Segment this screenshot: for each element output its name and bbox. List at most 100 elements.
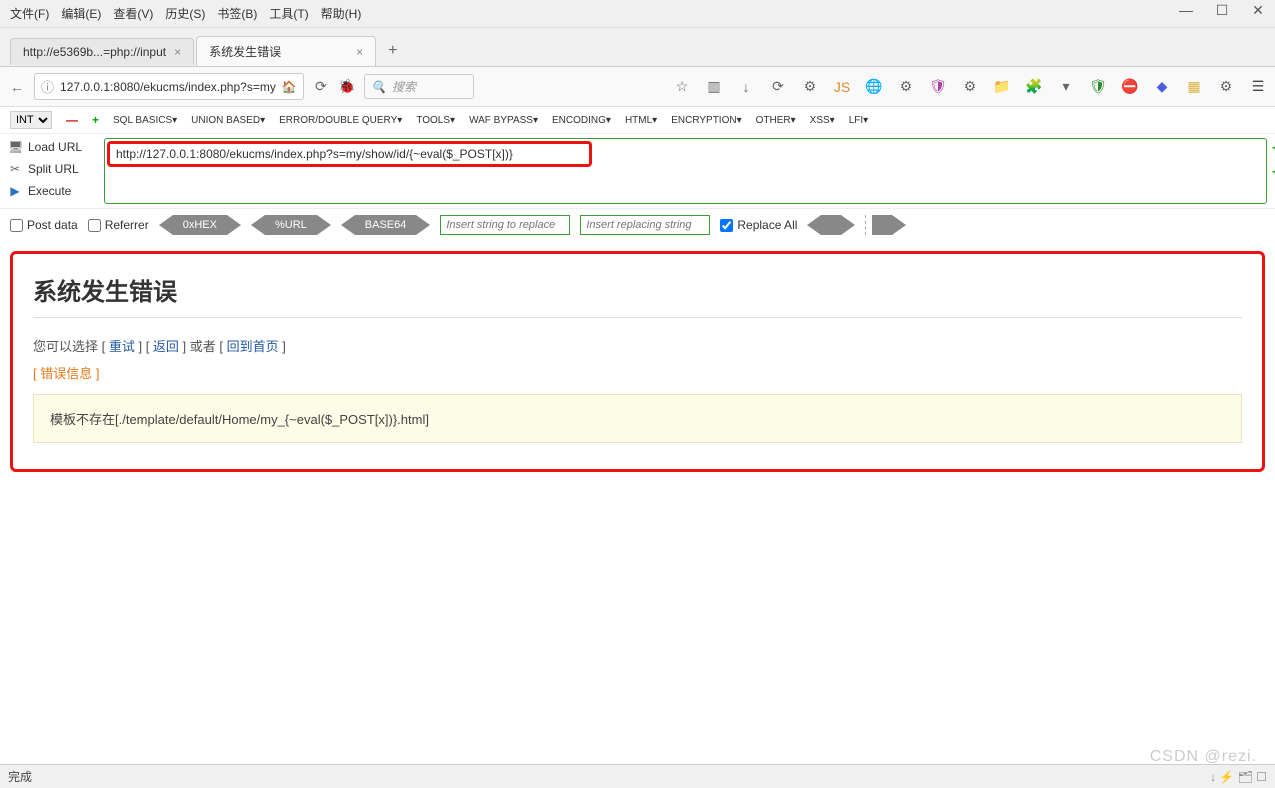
- load-url-button[interactable]: 🖥Load URL: [8, 140, 98, 154]
- reload-button[interactable]: ⟳: [312, 78, 330, 96]
- toolbar-icon-16[interactable]: ▦: [1185, 78, 1203, 95]
- window-controls: — ☐ ✕: [1177, 2, 1267, 19]
- tab-1-close-icon[interactable]: ×: [174, 45, 181, 59]
- tab-2-title: 系统发生错误: [209, 43, 281, 60]
- new-tab-button[interactable]: +: [378, 38, 407, 64]
- hex-button[interactable]: 0xHEX: [159, 215, 241, 235]
- tab-bar: http://e5369b...=php://input × 系统发生错误 × …: [0, 28, 1275, 67]
- menu-bookmarks[interactable]: 书签(B): [213, 3, 261, 24]
- hackbar-row2: Post data Referrer 0xHEX %URL BASE64 Rep…: [0, 209, 1275, 241]
- url-dropdown-icon[interactable]: ▾: [303, 80, 304, 94]
- menu-lfi[interactable]: LFI▾: [849, 115, 868, 126]
- back-button[interactable]: ←: [8, 78, 26, 96]
- hackbar-actions: 🖥Load URL ✂Split URL ▶Execute: [8, 138, 98, 204]
- error-info-label: [ 错误信息 ]: [33, 363, 1242, 382]
- post-data-checkbox[interactable]: Post data: [10, 218, 78, 232]
- toolbar-icon-12[interactable]: ▾: [1057, 78, 1075, 95]
- toolbar-icon-0[interactable]: ☆: [673, 78, 691, 95]
- tab-2-close-icon[interactable]: ×: [356, 45, 363, 59]
- home-icon[interactable]: 🏠: [282, 80, 297, 94]
- error-nav: 您可以选择 [ 重试 ] [ 返回 ] 或者 [ 回到首页 ]: [33, 336, 1242, 355]
- menu-help[interactable]: 帮助(H): [317, 3, 366, 24]
- menu-sql-basics[interactable]: SQL BASICS▾: [113, 115, 177, 126]
- toolbar-icon-4[interactable]: ⚙: [801, 78, 819, 95]
- menu-other[interactable]: OTHER▾: [756, 115, 796, 126]
- toolbar-icon-18[interactable]: ☰: [1249, 78, 1267, 95]
- menu-union-based[interactable]: UNION BASED▾: [191, 115, 265, 126]
- home-link[interactable]: 回到首页: [227, 339, 279, 354]
- back-link[interactable]: 返回: [153, 339, 179, 354]
- load-url-icon: 🖥: [8, 140, 22, 154]
- tab-1[interactable]: http://e5369b...=php://input ×: [10, 38, 194, 65]
- base64-button[interactable]: BASE64: [341, 215, 431, 235]
- split-url-button[interactable]: ✂Split URL: [8, 162, 98, 176]
- toolbar-icon-10[interactable]: 📁: [993, 78, 1011, 95]
- toolbar-icon-17[interactable]: ⚙: [1217, 78, 1235, 95]
- tab-2[interactable]: 系统发生错误 ×: [196, 36, 376, 66]
- toolbar-icon-14[interactable]: ⛔: [1121, 78, 1139, 95]
- toolbar-icons: ☆ ▥ ↓ ⟳ ⚙ JS 🌐 ⚙ 🛡 ⚙ 📁 🧩 ▾ 🛡 ⛔ ◆ ▦ ⚙ ☰: [673, 78, 1267, 95]
- url-bar[interactable]: ⓘ 127.0.0.1:8080/ekucms/index.php?s=my 🏠…: [34, 73, 304, 100]
- replace-go2-button[interactable]: [865, 215, 906, 235]
- maximize-button[interactable]: ☐: [1213, 2, 1231, 19]
- plus-icon[interactable]: +: [92, 113, 99, 127]
- replace-from-input[interactable]: [440, 215, 570, 235]
- replace-to-input[interactable]: [580, 215, 710, 235]
- hackbar-menu: INT — + SQL BASICS▾ UNION BASED▾ ERROR/D…: [0, 107, 1275, 134]
- retry-link[interactable]: 重试: [109, 339, 135, 354]
- url-text: 127.0.0.1:8080/ekucms/index.php?s=my: [60, 80, 276, 94]
- status-bar: 完成 ↓ ⚡ 🗂 ☐: [0, 764, 1275, 788]
- referrer-checkbox[interactable]: Referrer: [88, 218, 149, 232]
- toolbar-icon-3[interactable]: ⟳: [769, 78, 787, 95]
- hackbar-url-container: http://127.0.0.1:8080/ekucms/index.php?s…: [104, 138, 1267, 204]
- toolbar-icon-8[interactable]: 🛡: [929, 78, 947, 95]
- minimize-button[interactable]: —: [1177, 2, 1195, 19]
- hackbar-url-input[interactable]: http://127.0.0.1:8080/ekucms/index.php?s…: [107, 141, 592, 167]
- search-box[interactable]: 🔍 搜索: [364, 74, 474, 99]
- menu-encryption[interactable]: ENCRYPTION▾: [671, 115, 741, 126]
- hackbar-panel: 🖥Load URL ✂Split URL ▶Execute http://127…: [0, 134, 1275, 209]
- menu-edit[interactable]: 编辑(E): [57, 3, 105, 24]
- info-icon[interactable]: ⓘ: [41, 77, 54, 96]
- toolbar-icon-1[interactable]: ▥: [705, 78, 723, 95]
- page-content-wrapper: 系统发生错误 您可以选择 [ 重试 ] [ 返回 ] 或者 [ 回到首页 ] […: [0, 241, 1275, 482]
- menu-html[interactable]: HTML▾: [625, 115, 657, 126]
- toolbar-icon-11[interactable]: 🧩: [1025, 78, 1043, 95]
- menu-tools[interactable]: TOOLS▾: [416, 115, 455, 126]
- toolbar-icon-6[interactable]: 🌐: [865, 78, 883, 95]
- tab-1-title: http://e5369b...=php://input: [23, 45, 166, 59]
- status-icons: ↓ ⚡ 🗂 ☐: [1210, 768, 1267, 785]
- menu-tools[interactable]: 工具(T): [265, 3, 312, 24]
- replace-all-checkbox[interactable]: Replace All: [720, 218, 797, 232]
- menu-encoding[interactable]: ENCODING▾: [552, 115, 611, 126]
- toolbar-icon-7[interactable]: ⚙: [897, 78, 915, 95]
- search-placeholder: 搜索: [392, 78, 416, 95]
- nav-bar: ← ⓘ 127.0.0.1:8080/ekucms/index.php?s=my…: [0, 67, 1275, 107]
- toolbar-icon-13[interactable]: 🛡: [1089, 78, 1107, 95]
- menu-bar: 文件(F) 编辑(E) 查看(V) 历史(S) 书签(B) 工具(T) 帮助(H…: [0, 0, 1275, 28]
- toolbar-icon-5[interactable]: JS: [833, 79, 851, 95]
- minus-icon[interactable]: —: [66, 113, 78, 127]
- bug-icon[interactable]: 🐞: [338, 78, 356, 96]
- replace-go-button[interactable]: [807, 215, 855, 235]
- execute-icon: ▶: [8, 184, 22, 198]
- close-button[interactable]: ✕: [1249, 2, 1267, 19]
- error-message-box: 模板不存在[./template/default/Home/my_{~eval(…: [33, 394, 1242, 443]
- encoding-select[interactable]: INT: [10, 111, 52, 129]
- toolbar-icon-2[interactable]: ↓: [737, 79, 755, 95]
- status-text: 完成: [8, 768, 32, 785]
- execute-button[interactable]: ▶Execute: [8, 184, 98, 198]
- split-url-icon: ✂: [8, 162, 22, 176]
- error-title: 系统发生错误: [33, 272, 1242, 318]
- menu-history[interactable]: 历史(S): [161, 3, 209, 24]
- error-panel: 系统发生错误 您可以选择 [ 重试 ] [ 返回 ] 或者 [ 回到首页 ] […: [10, 251, 1265, 472]
- toolbar-icon-9[interactable]: ⚙: [961, 78, 979, 95]
- menu-view[interactable]: 查看(V): [109, 3, 157, 24]
- toolbar-icon-15[interactable]: ◆: [1153, 78, 1171, 95]
- url-encode-button[interactable]: %URL: [251, 215, 331, 235]
- menu-error-query[interactable]: ERROR/DOUBLE QUERY▾: [279, 115, 402, 126]
- menu-waf-bypass[interactable]: WAF BYPASS▾: [469, 115, 538, 126]
- menu-xss[interactable]: XSS▾: [810, 115, 835, 126]
- search-icon: 🔍: [371, 80, 386, 94]
- menu-file[interactable]: 文件(F): [6, 3, 53, 24]
